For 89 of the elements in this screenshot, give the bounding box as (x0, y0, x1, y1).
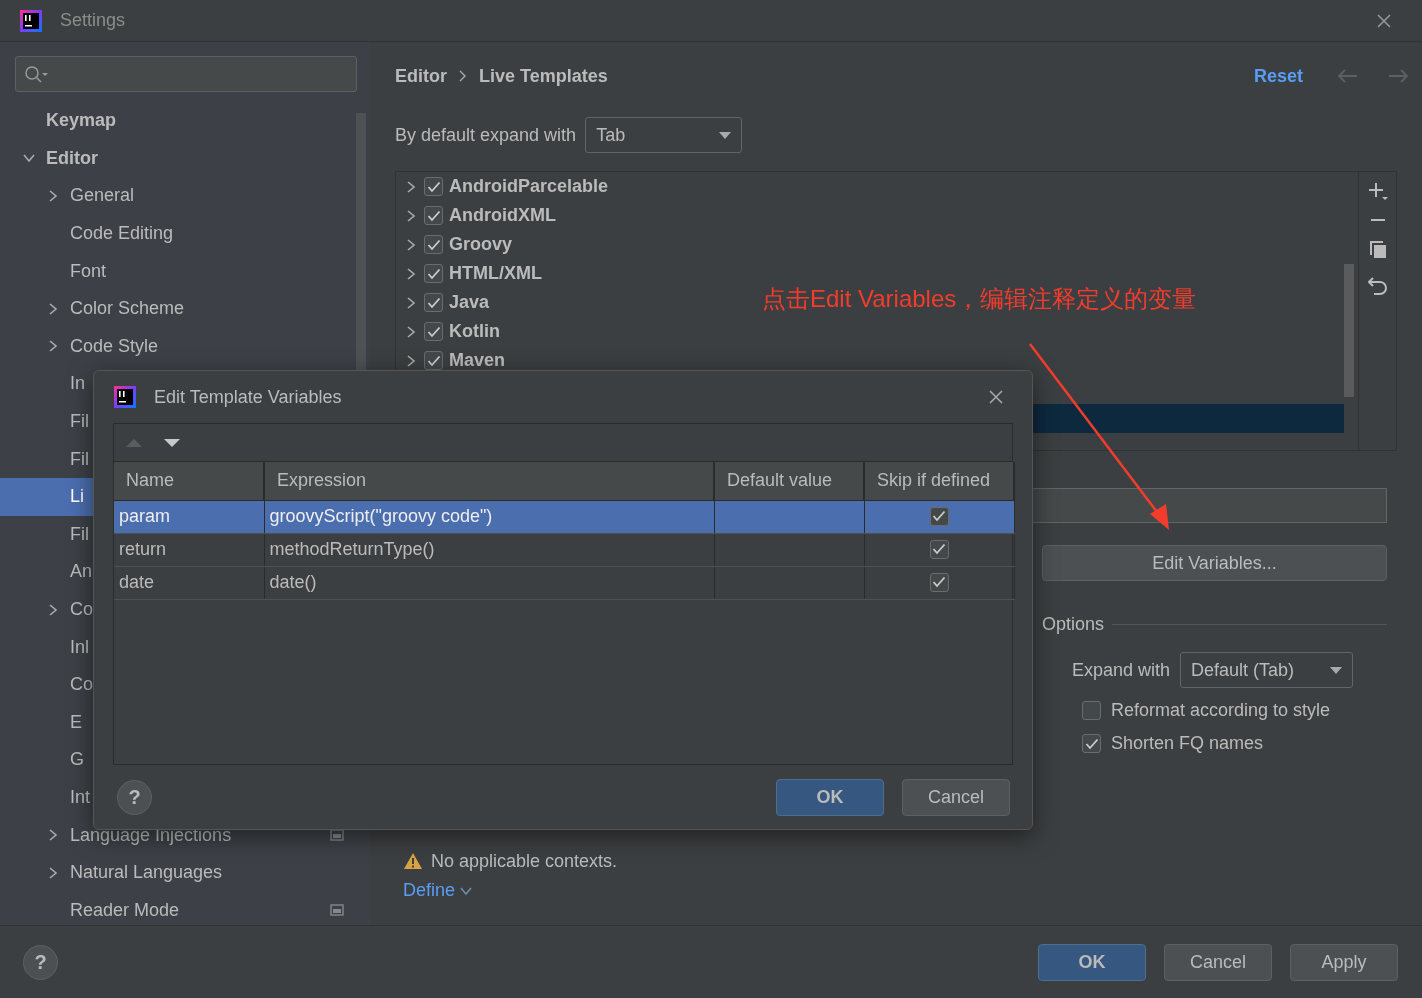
checkmark-icon (932, 576, 946, 588)
sidebar-item[interactable]: General (0, 177, 356, 215)
checkbox[interactable] (424, 177, 443, 196)
table-cell: methodReturnType() (264, 533, 714, 566)
checkbox[interactable] (929, 539, 949, 559)
checkmark-icon (426, 209, 441, 222)
table-cell: param (114, 500, 264, 533)
add-icon[interactable] (1367, 182, 1388, 200)
scrollbar-thumb[interactable] (1344, 264, 1354, 397)
table-cell: date() (264, 566, 714, 599)
checkmark-icon (426, 354, 441, 367)
move-down-icon[interactable] (164, 437, 180, 448)
breadcrumb-item: Live Templates (479, 64, 608, 88)
ok-button[interactable]: OK (1038, 943, 1146, 981)
reset-link[interactable]: Reset (1253, 62, 1303, 90)
app-logo-icon (114, 386, 136, 408)
sidebar-item[interactable]: Keymap (0, 102, 356, 140)
close-icon[interactable] (1376, 12, 1392, 29)
field-label: By default expand with (395, 123, 577, 147)
sidebar-item[interactable]: Code Style (0, 327, 356, 366)
checkmark-icon (426, 296, 441, 309)
warning-icon (403, 852, 423, 870)
caret-icon (719, 131, 732, 139)
undo-icon[interactable] (1368, 275, 1387, 295)
checkbox[interactable] (424, 206, 443, 225)
column-header[interactable]: Skip if defined (864, 462, 1014, 500)
dialog-button[interactable]: Cancel (902, 778, 1010, 816)
checkbox[interactable] (929, 506, 949, 526)
column-header[interactable]: Name (114, 462, 264, 500)
scrollbar-thumb[interactable] (356, 113, 366, 373)
window-title: Settings (60, 9, 126, 32)
checkmark-icon (426, 267, 441, 280)
warning-text: No applicable contexts. (431, 849, 618, 873)
checkbox[interactable] (1082, 701, 1101, 720)
template-group-row[interactable]: Maven (396, 346, 512, 375)
column-header[interactable]: Expression (264, 462, 714, 500)
sidebar-item[interactable]: Editor (0, 139, 356, 178)
search-field[interactable] (15, 56, 357, 92)
checkbox[interactable] (424, 264, 443, 283)
sidebar-item[interactable]: Color Scheme (0, 289, 356, 328)
remove-icon[interactable] (1369, 217, 1386, 223)
section-title: Options (1042, 613, 1105, 636)
checkmark-icon (932, 510, 946, 522)
checkmark-icon (1084, 737, 1099, 750)
sidebar-item[interactable]: Language Injections (0, 816, 356, 854)
checkbox[interactable] (929, 572, 949, 592)
copy-icon[interactable] (1368, 240, 1387, 258)
sidebar-item[interactable]: Natural Languages (0, 853, 356, 892)
template-group-row[interactable]: HTML/XML (396, 259, 548, 288)
dialog-button[interactable]: Apply (1290, 943, 1398, 981)
sidebar-item[interactable]: Reader Mode (0, 891, 356, 930)
checkbox[interactable] (424, 351, 443, 370)
dropdown[interactable]: Tab (585, 117, 743, 153)
help-button[interactable]: ? (23, 944, 58, 980)
checkbox-label: Reformat according to style (1111, 699, 1331, 722)
sidebar-item[interactable]: Font (0, 252, 356, 290)
template-group-row[interactable]: Groovy (396, 230, 519, 259)
checkbox-label: Shorten FQ names (1111, 732, 1264, 755)
template-group-row[interactable]: AndroidXML (396, 201, 562, 230)
caret-icon (1330, 666, 1343, 674)
field-label: Expand with (1072, 658, 1171, 682)
table-cell: date (114, 566, 264, 599)
checkmark-icon (932, 543, 946, 555)
template-group-row[interactable]: AndroidParcelable (396, 172, 615, 201)
checkbox[interactable] (424, 293, 443, 312)
checkmark-icon (426, 180, 441, 193)
annotation-text: 点击Edit Variables，编辑注释定义的变量 (762, 284, 1197, 314)
table-cell: groovyScript("groovy code") (264, 500, 714, 533)
checkbox[interactable] (1082, 734, 1101, 753)
column-header[interactable]: Default value (714, 462, 864, 500)
table-cell: return (114, 533, 264, 566)
help-button[interactable]: ? (117, 779, 152, 815)
search-icon (24, 65, 48, 83)
edit-variables-button[interactable]: Edit Variables... (1042, 545, 1387, 581)
checkmark-icon (426, 325, 441, 338)
checkbox[interactable] (424, 322, 443, 341)
dialog-button[interactable]: Cancel (1164, 943, 1272, 981)
sidebar-item[interactable]: Code Editing (0, 214, 356, 253)
dropdown[interactable]: Default (Tab) (1180, 652, 1354, 688)
breadcrumb-item: Editor (395, 64, 447, 88)
ok-button[interactable]: OK (776, 778, 884, 816)
template-group-row[interactable]: Java (396, 288, 496, 317)
checkbox[interactable] (424, 235, 443, 254)
template-group-row[interactable]: Kotlin (396, 317, 506, 346)
checkmark-icon (426, 238, 441, 251)
define-link[interactable]: Define (403, 877, 474, 904)
close-icon[interactable] (988, 389, 1004, 405)
dialog-title: Edit Template Variables (154, 385, 342, 409)
app-logo-icon (20, 9, 42, 32)
